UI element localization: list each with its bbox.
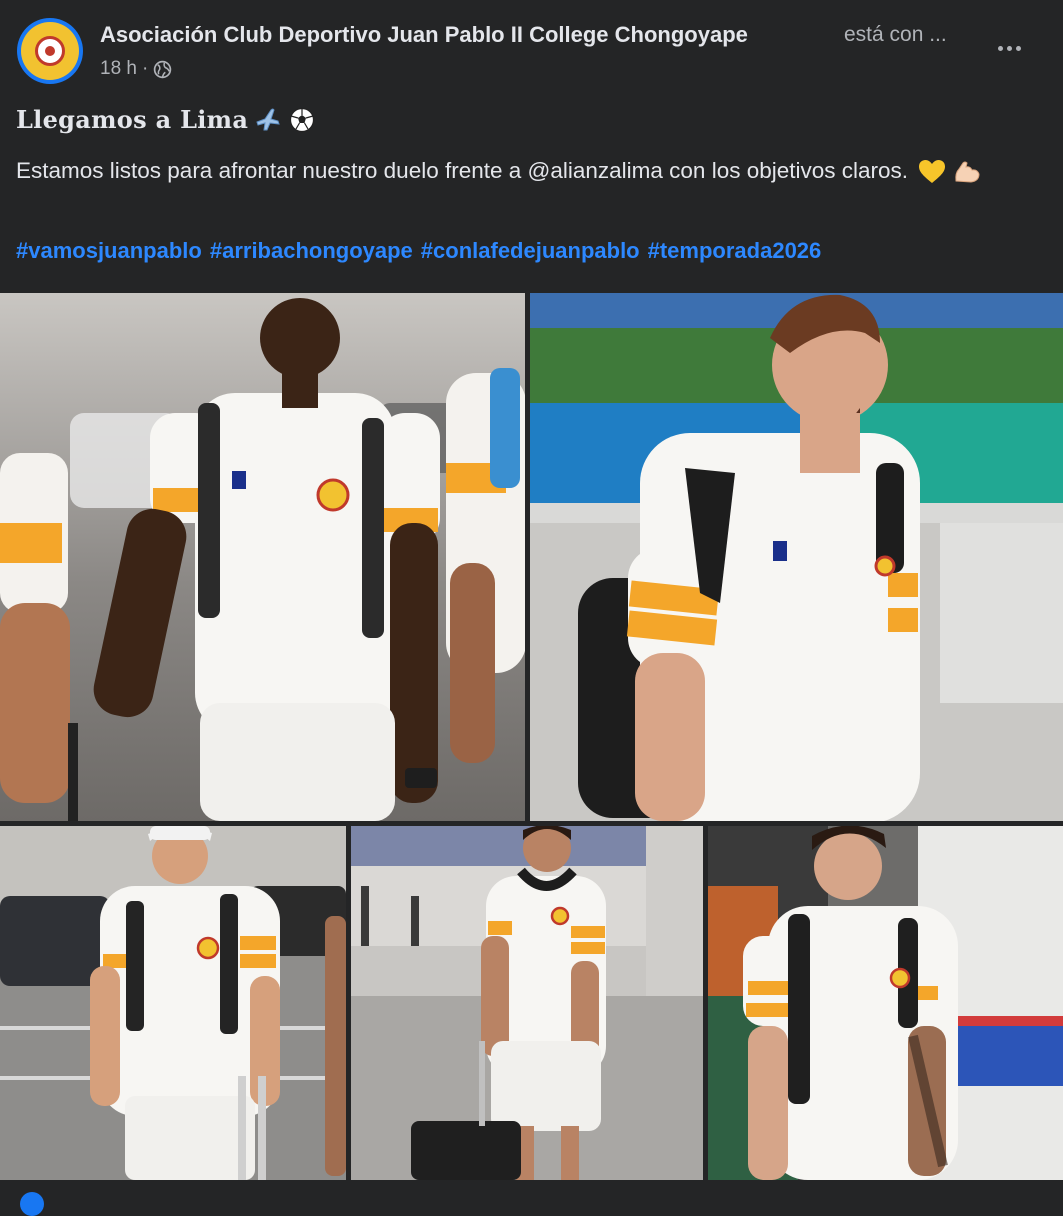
photo-player-airport-3[interactable]: [0, 826, 346, 1180]
post-title-text: Llegamos a Lima: [16, 105, 249, 134]
yellow-heart-emoji: [919, 160, 946, 184]
tagged-with-text[interactable]: está con ...: [844, 23, 947, 47]
globe-icon[interactable]: [153, 60, 172, 79]
like-reaction-icon[interactable]: [20, 1192, 44, 1216]
club-crest-icon: [21, 22, 79, 80]
hashtag-link[interactable]: #conlafedejuanpablo: [421, 238, 640, 264]
post-header: Asociación Club Deportivo Juan Pablo II …: [0, 0, 1063, 100]
post-meta: 18 h ·: [100, 58, 172, 80]
photo-player-airport-1[interactable]: [0, 293, 525, 821]
more-options-icon[interactable]: [985, 24, 1033, 72]
soccer-ball-emoji: [290, 107, 315, 132]
hashtag-list: #vamosjuanpablo #arribachongoyape #conla…: [16, 238, 821, 264]
photo-player-airport-2[interactable]: [530, 293, 1063, 821]
post-timestamp[interactable]: 18 h: [100, 58, 137, 80]
photo-player-airport-4[interactable]: [351, 826, 703, 1180]
airplane-emoji: [256, 108, 280, 130]
post-body: Estamos listos para afrontar nuestro due…: [16, 152, 1016, 189]
hashtag-link[interactable]: #temporada2026: [648, 238, 822, 264]
post-title: Llegamos a Lima: [16, 105, 316, 134]
photo-player-airport-5[interactable]: [708, 826, 1063, 1180]
flexed-biceps-emoji: [954, 161, 980, 183]
hashtag-link[interactable]: #arribachongoyape: [210, 238, 413, 264]
page-avatar[interactable]: [17, 18, 83, 84]
post-body-text: Estamos listos para afrontar nuestro due…: [16, 158, 909, 183]
meta-separator: ·: [141, 58, 149, 79]
page-name-link[interactable]: Asociación Club Deportivo Juan Pablo II …: [100, 22, 748, 48]
hashtag-link[interactable]: #vamosjuanpablo: [16, 238, 202, 264]
post-footer-strip: [0, 1180, 1063, 1200]
